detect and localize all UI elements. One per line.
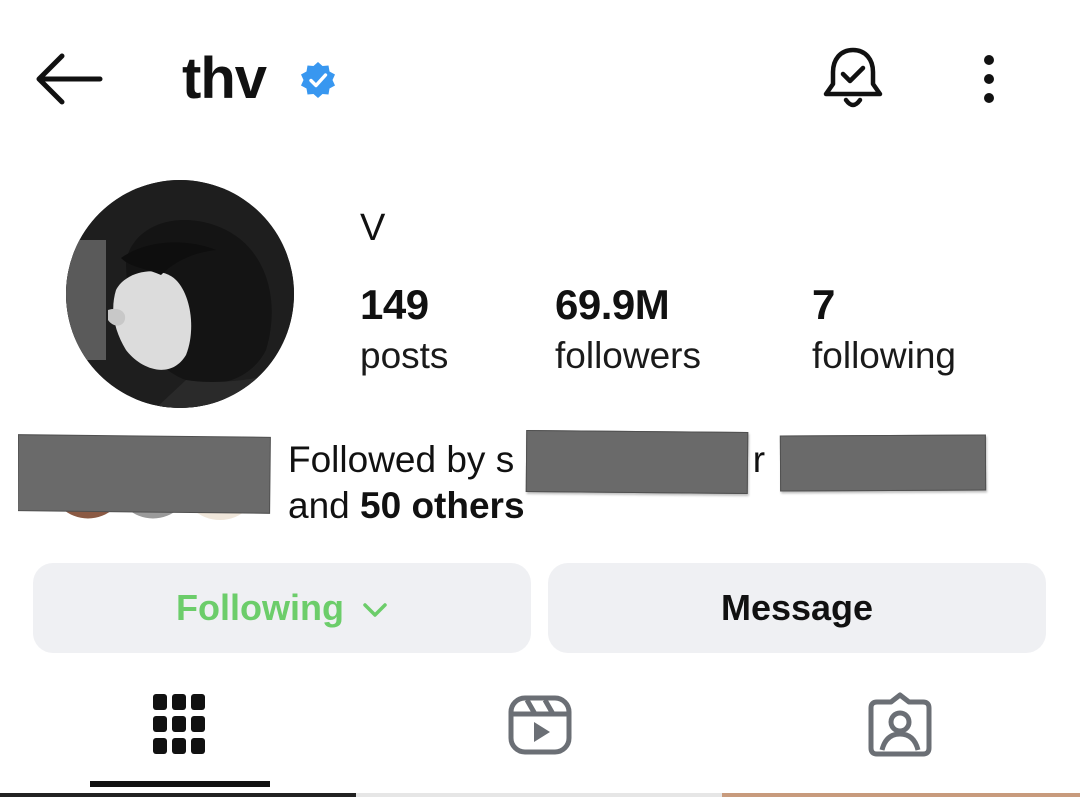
tagged-icon xyxy=(868,692,932,757)
message-button-label: Message xyxy=(720,587,874,628)
stat-following[interactable]: 7 following xyxy=(812,280,956,382)
stat-followers-count: 69.9M xyxy=(555,281,670,328)
tab-posts-grid[interactable] xyxy=(120,680,240,770)
followed-by-others-count: 50 others xyxy=(360,485,525,526)
more-options-icon[interactable] xyxy=(970,50,1010,110)
mutual-follower-avatars[interactable] xyxy=(17,430,273,530)
message-button[interactable]: Message xyxy=(548,563,1046,653)
redaction-box xyxy=(525,430,749,494)
grid-preview-thumb xyxy=(722,793,1080,797)
reels-icon xyxy=(508,695,572,755)
following-button[interactable]: Following xyxy=(33,563,531,653)
profile-username: thv xyxy=(182,46,267,111)
stat-followers-label: followers xyxy=(555,335,701,376)
followed-by-and: and xyxy=(288,485,361,526)
tab-reels[interactable] xyxy=(480,680,600,770)
avatar-photo xyxy=(66,180,294,408)
grid-preview-thumb xyxy=(0,793,356,797)
stat-followers[interactable]: 69.9M followers xyxy=(555,280,701,382)
mutual-avatar-stack xyxy=(17,434,271,522)
notification-bell-icon[interactable] xyxy=(820,44,886,114)
profile-display-name: V xyxy=(360,207,386,249)
redaction-box xyxy=(779,434,987,492)
stat-posts[interactable]: 149 posts xyxy=(360,280,448,382)
chevron-down-icon xyxy=(363,603,387,617)
stat-posts-count: 149 xyxy=(360,281,429,328)
following-button-label: Following xyxy=(176,587,344,628)
back-arrow-icon[interactable] xyxy=(30,48,106,110)
stat-posts-label: posts xyxy=(360,335,449,376)
active-tab-indicator xyxy=(90,781,270,787)
tab-tagged[interactable] xyxy=(840,680,960,770)
verified-badge-icon xyxy=(301,62,335,98)
stat-following-label: following xyxy=(812,335,956,376)
stat-following-count: 7 xyxy=(812,281,835,328)
followed-by-prefix: Followed by s xyxy=(288,439,515,480)
profile-avatar[interactable] xyxy=(66,180,294,408)
grid-icon xyxy=(153,694,205,754)
